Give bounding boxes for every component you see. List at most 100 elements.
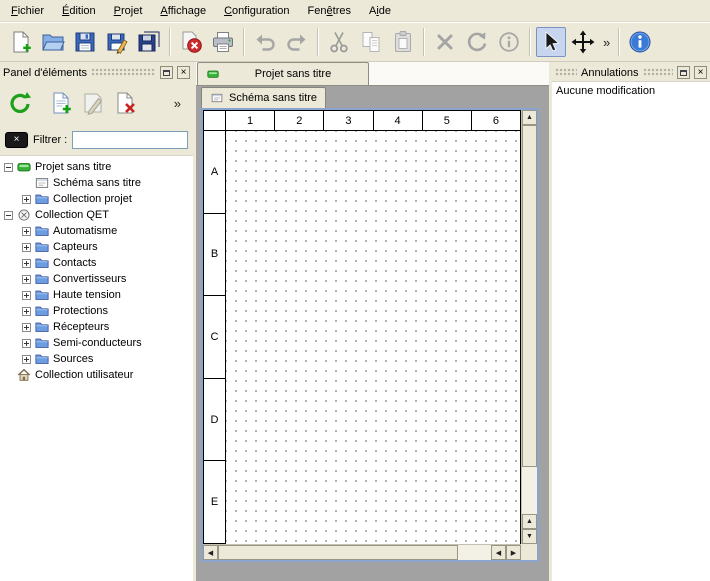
vertical-scroll-thumb[interactable] [522, 125, 537, 467]
delete-icon [433, 30, 457, 54]
close-dock-button[interactable] [177, 66, 190, 79]
column-header-2: 2 [275, 111, 324, 130]
vertical-scroll-track[interactable] [522, 125, 537, 514]
diagram-canvas[interactable] [226, 131, 520, 544]
tree-item-label: Automatisme [53, 225, 117, 237]
tree-expander-plus[interactable] [22, 275, 31, 284]
project-icon [17, 160, 31, 174]
tree-item-haute-tension[interactable]: Haute tension [0, 287, 193, 303]
menu-affichage[interactable]: Affichage [151, 0, 215, 21]
tree-item-protections[interactable]: Protections [0, 303, 193, 319]
row-header-b: B [204, 214, 225, 297]
folder-icon [35, 224, 49, 238]
tree-expander-plus[interactable] [22, 307, 31, 316]
float-dock-button[interactable] [677, 66, 690, 79]
close-dock-button[interactable] [694, 66, 707, 79]
vertical-scrollbar [521, 110, 537, 544]
scroll-down-button[interactable] [522, 529, 537, 544]
dock-drag-handle[interactable] [555, 68, 577, 77]
menu-fichier[interactable]: Fichier [2, 0, 53, 21]
elements-dock-titlebar: Panel d'éléments [0, 64, 193, 81]
tree-item-label: Capteurs [53, 241, 98, 253]
tree-expander-minus[interactable] [4, 211, 13, 220]
toolbar-separator [618, 28, 620, 56]
new-element-button[interactable] [46, 88, 76, 118]
float-dock-button[interactable] [160, 66, 173, 79]
save-as-button[interactable] [102, 27, 132, 57]
tree-expander-plus[interactable] [22, 323, 31, 332]
scroll-up-button[interactable] [522, 514, 537, 529]
tree-expander-plus[interactable] [22, 195, 31, 204]
elements-toolbar: » [0, 81, 193, 125]
tree-item-sources[interactable]: Sources [0, 351, 193, 367]
pan-mode-button[interactable] [568, 27, 598, 57]
cut-icon [327, 30, 351, 54]
toolbar-separator [423, 28, 425, 56]
tree-item-automatisme[interactable]: Automatisme [0, 223, 193, 239]
elements-tree: Projet sans titreSchéma sans titre Collec… [0, 155, 193, 581]
selection-mode-button[interactable] [536, 27, 566, 57]
tree-expander-minus[interactable] [4, 163, 13, 172]
tree-expander-plus[interactable] [22, 243, 31, 252]
scroll-right-button[interactable] [506, 545, 521, 560]
row-header-a: A [204, 131, 225, 214]
delete-element-button[interactable] [110, 88, 140, 118]
tree-item-label: Collection projet [53, 193, 132, 205]
cut-button [324, 27, 354, 57]
save-button[interactable] [70, 27, 100, 57]
new-document-button[interactable] [6, 27, 36, 57]
tree-item-collection-qet[interactable]: Collection QET [0, 207, 193, 223]
tree-item-contacts[interactable]: Contacts [0, 255, 193, 271]
save-all-button[interactable] [134, 27, 164, 57]
elements-dock: Panel d'éléments » Filtrer : Projet sans… [0, 62, 193, 581]
scroll-left-button[interactable] [491, 545, 506, 560]
tree-expander-plus[interactable] [22, 259, 31, 268]
menu-fenetres[interactable]: Fenêtres [299, 0, 360, 21]
menu-edition[interactable]: Édition [53, 0, 105, 21]
reload-collections-button[interactable] [5, 88, 35, 118]
about-button[interactable] [625, 27, 655, 57]
delete-selection-button [430, 27, 460, 57]
diagram-viewport: 123456 ABCDE [203, 110, 521, 544]
tree-item-capteurs[interactable]: Capteurs [0, 239, 193, 255]
dock-drag-handle[interactable] [91, 68, 156, 77]
open-project-button[interactable] [38, 27, 68, 57]
clear-filter-button[interactable] [5, 132, 28, 148]
elements-toolbar-overflow-button[interactable]: » [174, 96, 181, 111]
horizontal-scroll-thumb[interactable] [218, 545, 458, 560]
schema-tab-schema-sans-titre[interactable]: Schéma sans titre [201, 87, 326, 108]
menu-aide[interactable]: Aide [360, 0, 400, 21]
tree-item-schema-sans-titre[interactable]: Schéma sans titre [0, 175, 193, 191]
scroll-up-button[interactable] [522, 110, 537, 125]
tree-item-recepteurs[interactable]: Récepteurs [0, 319, 193, 335]
scroll-left-button[interactable] [203, 545, 218, 560]
save-as-icon [105, 30, 129, 54]
tree-expander-plus[interactable] [22, 355, 31, 364]
tree-expander-plus[interactable] [22, 227, 31, 236]
horizontal-scrollbar [203, 544, 521, 560]
tree-item-semi-conducteurs[interactable]: Semi-conducteurs [0, 335, 193, 351]
toolbar-overflow-button[interactable]: » [599, 35, 614, 50]
tree-item-label: Contacts [53, 257, 96, 269]
move-icon [571, 30, 595, 54]
tree-item-label: Collection utilisateur [35, 369, 133, 381]
horizontal-scroll-track[interactable] [218, 545, 491, 560]
tree-expander-plus[interactable] [22, 339, 31, 348]
folder-icon [35, 192, 49, 206]
tree-item-collection-utilisateur[interactable]: Collection utilisateur [0, 367, 193, 383]
tree-item-collection-projet[interactable]: Collection projet [0, 191, 193, 207]
mdi-area: Schéma sans titre 123456 ABCDE [196, 86, 549, 581]
project-tab-projet-sans-titre[interactable]: Projet sans titre [197, 62, 369, 85]
tree-item-convertisseurs[interactable]: Convertisseurs [0, 271, 193, 287]
print-button[interactable] [208, 27, 238, 57]
filter-input[interactable] [72, 131, 188, 149]
column-header-4: 4 [374, 111, 423, 130]
tree-item-projet-sans-titre[interactable]: Projet sans titre [0, 159, 193, 175]
tree-item-label: Sources [53, 353, 93, 365]
menu-configuration[interactable]: Configuration [215, 0, 298, 21]
save-all-icon [137, 30, 161, 54]
dock-drag-handle[interactable] [643, 68, 674, 77]
close-project-button[interactable] [176, 27, 206, 57]
tree-expander-plus[interactable] [22, 291, 31, 300]
menu-projet[interactable]: Projet [105, 0, 152, 21]
